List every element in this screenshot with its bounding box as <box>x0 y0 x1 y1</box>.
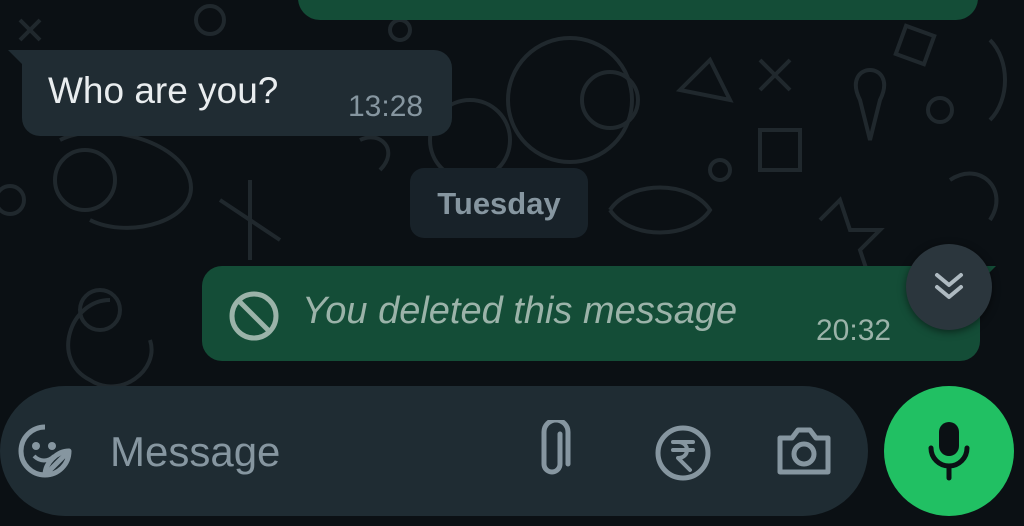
incoming-message-bubble[interactable]: Who are you? 13:28 <box>8 50 452 136</box>
outgoing-message-bubble[interactable]: You deleted this message 20:32 <box>202 266 996 361</box>
date-separator: Tuesday <box>410 168 588 238</box>
ban-icon <box>229 291 279 341</box>
camera-icon[interactable] <box>774 424 834 478</box>
double-chevron-down-icon <box>935 273 963 299</box>
sticker-icon[interactable] <box>16 422 74 480</box>
message-composer <box>0 386 868 516</box>
rupee-payment-icon[interactable] <box>654 424 712 482</box>
message-input[interactable] <box>108 424 512 480</box>
date-separator-label: Tuesday <box>437 186 561 221</box>
message-text: Who are you? <box>48 70 279 111</box>
outgoing-message-bubble-partial[interactable] <box>298 0 978 20</box>
message-timestamp: 20:32 <box>816 314 892 347</box>
voice-record-button[interactable] <box>884 386 1014 516</box>
message-timestamp: 13:28 <box>348 90 424 123</box>
attachment-icon[interactable] <box>530 420 578 482</box>
deleted-message-text: You deleted this message <box>302 290 738 332</box>
microphone-icon <box>928 422 970 481</box>
scroll-to-bottom-button[interactable] <box>906 244 992 330</box>
